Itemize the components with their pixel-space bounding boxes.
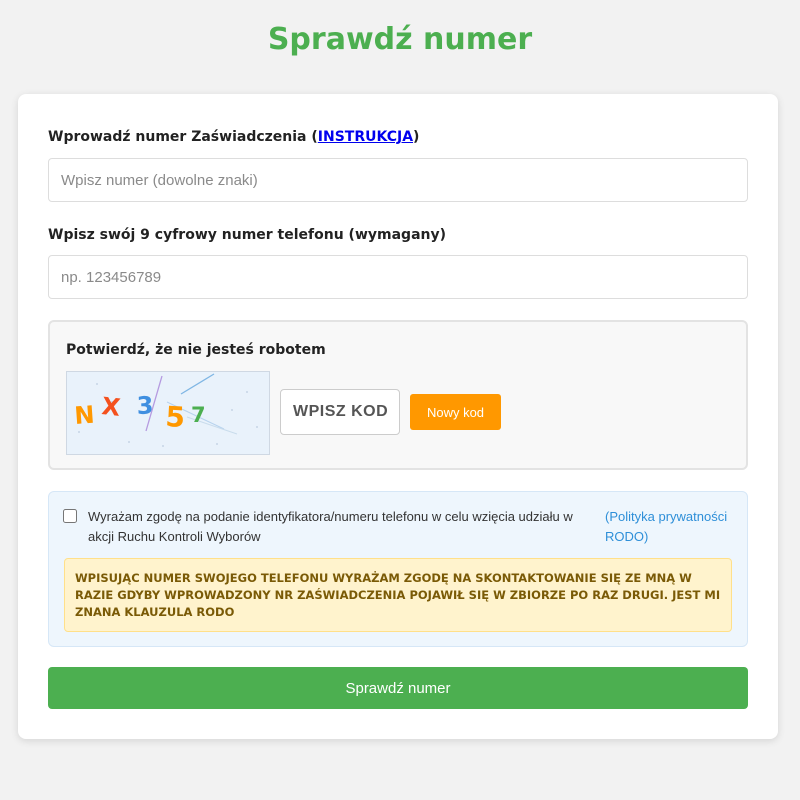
captcha-char: N bbox=[73, 401, 95, 430]
captcha-char: 5 bbox=[165, 400, 186, 434]
captcha-char: 3 bbox=[136, 391, 154, 420]
captcha-code-input[interactable] bbox=[280, 389, 400, 435]
captcha-title: Potwierdź, że nie jesteś robotem bbox=[66, 342, 326, 358]
new-code-button[interactable]: Nowy kod bbox=[410, 394, 501, 430]
instruction-link[interactable]: INSTRUKCJA bbox=[318, 129, 413, 145]
captcha-image: NX357 bbox=[66, 371, 270, 455]
certificate-label-text: Wprowadź numer Zaświadczenia ( bbox=[48, 129, 318, 145]
captcha-svg: NX357 bbox=[73, 373, 258, 447]
check-number-card: Wprowadź numer Zaświadczenia (INSTRUKCJA… bbox=[18, 94, 778, 739]
consent-checkbox[interactable] bbox=[63, 509, 77, 523]
consent-text: Wyrażam zgodę na podanie identyfikatora/… bbox=[88, 509, 573, 544]
privacy-policy-link[interactable]: (Polityka prywatności RODO) bbox=[605, 507, 735, 547]
captcha-char: 7 bbox=[191, 403, 206, 427]
phone-input[interactable] bbox=[48, 255, 748, 299]
certificate-label: Wprowadź numer Zaświadczenia (INSTRUKCJA… bbox=[48, 129, 419, 145]
captcha-box: Potwierdź, że nie jesteś robotem N X 3 5… bbox=[48, 320, 748, 470]
check-number-button[interactable]: Sprawdź numer bbox=[48, 667, 748, 709]
consent-warning: WPISUJĄC NUMER SWOJEGO TELEFONU WYRAŻAM … bbox=[64, 558, 732, 632]
page-title: Sprawdź numer bbox=[267, 22, 533, 57]
certificate-number-input[interactable] bbox=[48, 158, 748, 202]
phone-label: Wpisz swój 9 cyfrowy numer telefonu (wym… bbox=[48, 227, 447, 243]
certificate-label-suffix: ) bbox=[413, 129, 420, 145]
consent-box: Wyrażam zgodę na podanie identyfikatora/… bbox=[48, 491, 748, 647]
captcha-char: X bbox=[100, 392, 122, 422]
captcha-characters: NX357 bbox=[73, 391, 205, 434]
